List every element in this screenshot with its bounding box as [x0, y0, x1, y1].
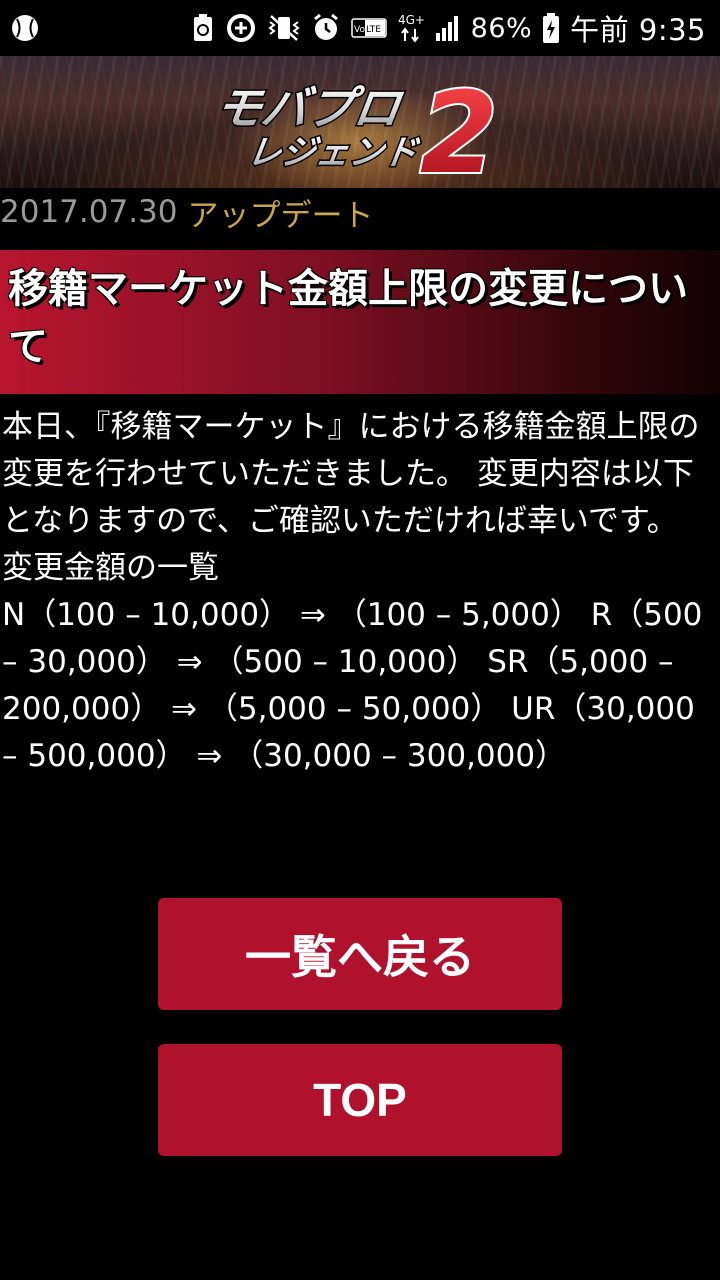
recycle-icon	[191, 13, 215, 43]
changes-list: N（100 – 10,000） ⇒ （100 – 5,000） R（500 – …	[2, 597, 703, 774]
article-meta: 2017.07.30 アップデート	[0, 190, 374, 234]
volte-icon: Vo LTE	[350, 17, 387, 39]
svg-text:Vo: Vo	[354, 25, 365, 35]
game-logo: モバプロ レジェンド 2	[211, 64, 510, 188]
list-heading: 変更金額の一覧	[2, 550, 219, 586]
battery-icon	[542, 12, 560, 44]
logo-top-text: モバプロ	[220, 81, 406, 135]
svg-text:LTE: LTE	[366, 25, 381, 35]
battery-percent: 86%	[470, 12, 533, 44]
article-title: 移籍マーケット金額上限の変更について	[8, 266, 688, 370]
article-body: 本日、『移籍マーケット』における移籍金額上限の変更を行わせていただきました。 変…	[2, 404, 718, 780]
logo-number: 2	[420, 69, 498, 184]
game-banner: モバプロ レジェンド 2	[0, 56, 720, 188]
signal-icon	[435, 13, 461, 43]
article-title-block: 移籍マーケット金額上限の変更について	[0, 250, 720, 394]
network-4g-icon: 4G+	[397, 11, 425, 45]
vibrate-icon	[267, 13, 301, 43]
baseball-icon	[10, 13, 40, 43]
logo-bottom-text: レジェンド	[245, 133, 422, 173]
article-date: 2017.07.30	[0, 194, 178, 230]
article-category: アップデート	[187, 197, 374, 234]
back-to-list-button[interactable]: 一覧へ戻る	[158, 898, 562, 1010]
svg-text:4G+: 4G+	[398, 13, 425, 27]
data-saver-icon	[225, 12, 257, 44]
top-button[interactable]: TOP	[158, 1044, 562, 1156]
alarm-icon	[311, 13, 341, 43]
article-paragraph: 本日、『移籍マーケット』における移籍金額上限の変更を行わせていただきました。 変…	[2, 409, 700, 539]
clock: 午前 9:35	[570, 13, 706, 47]
status-bar: Vo LTE 4G+ 86% 午前 9:35	[0, 0, 720, 56]
